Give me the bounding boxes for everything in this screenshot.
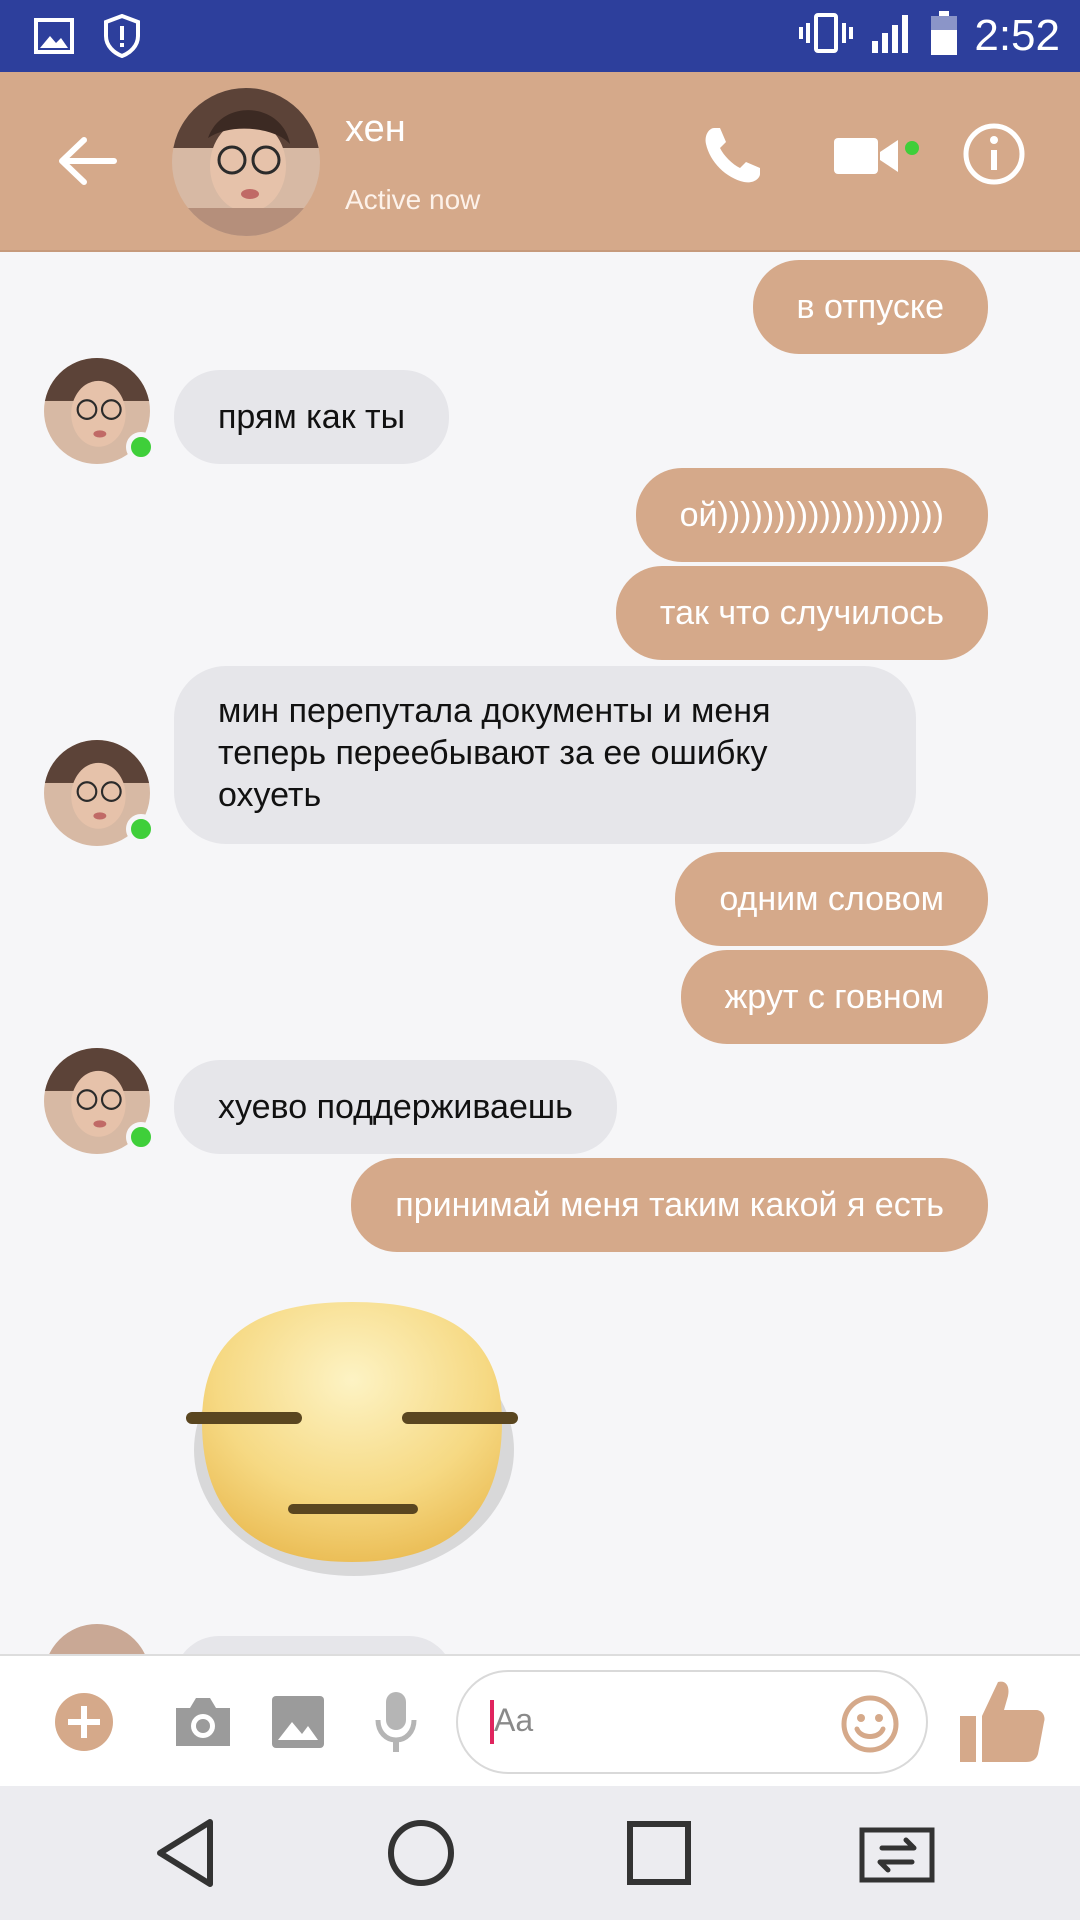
battery-icon [930,10,958,61]
info-button[interactable] [962,122,1026,191]
message-input[interactable]: Aa [456,1670,928,1774]
system-navigation-bar [0,1786,1080,1920]
incoming-message[interactable]: прям как ты [174,370,450,464]
status-bar: 2:52 [0,0,1080,72]
expressionless-face-sticker[interactable] [182,1292,522,1587]
expressionless-face-icon [186,1302,518,1576]
nav-recents-button[interactable] [624,1816,694,1895]
square-recents-icon [627,1821,691,1885]
message-line: мин перепутала документы и меня [218,692,771,730]
incoming-message[interactable] [174,1636,454,1654]
shield-notification-icon [102,13,142,63]
nav-home-button[interactable] [386,1816,456,1895]
message-line: охуеть [218,776,322,814]
conversation-header: хен Active now [0,72,1080,252]
message-composer: Aa [0,1654,1080,1786]
camera-icon [176,1698,230,1746]
online-indicator [126,814,156,844]
camera-button[interactable] [172,1694,234,1753]
dual-window-icon [859,1827,935,1883]
contact-avatar[interactable] [172,88,320,236]
triangle-back-icon [157,1819,213,1887]
contact-name: хен [345,108,406,150]
add-button[interactable] [54,1692,114,1757]
signal-icon [870,11,914,60]
online-indicator [126,432,156,462]
phone-icon [705,128,760,183]
avatar-photo-icon [172,88,320,236]
thumbs-up-icon [960,1681,1045,1762]
outgoing-message[interactable]: одним словом [675,852,988,946]
message-line: теперь переебывают за ее ошибку [218,734,768,772]
nav-switch-button[interactable] [856,1816,938,1895]
outgoing-message[interactable]: в отпуске [752,260,988,354]
voice-call-button[interactable] [700,124,764,193]
outgoing-message[interactable]: ой)))))))))))))))))))) [635,468,988,562]
smiley-icon [841,1695,899,1753]
info-icon [963,123,1025,185]
message-input-placeholder: Aa [494,1702,534,1738]
contact-avatar-small[interactable] [44,358,156,464]
back-button[interactable] [54,128,120,194]
clock: 2:52 [974,10,1060,60]
contact-status: Active now [345,184,481,215]
like-button[interactable] [958,1676,1046,1771]
outgoing-message[interactable]: жрут с говном [680,950,988,1044]
video-call-button[interactable] [832,124,922,193]
contact-avatar-small[interactable] [44,740,156,846]
microphone-icon [375,1692,417,1752]
gallery-button[interactable] [270,1694,326,1755]
gallery-notification-icon [34,16,74,61]
online-indicator [126,1122,156,1152]
nav-back-button[interactable] [150,1816,220,1895]
outgoing-message[interactable]: так что случилось [615,566,988,660]
contact-avatar-small[interactable] [44,1048,156,1154]
incoming-message[interactable]: хуево поддерживаешь [174,1060,617,1154]
outgoing-message[interactable]: принимай меня таким какой я есть [351,1158,988,1252]
incoming-message[interactable]: мин перепутала документы и меня теперь п… [174,666,916,844]
video-camera-icon [834,138,919,174]
message-list[interactable]: в отпуске прям как ты ой))))))))))))))))… [0,252,1080,1654]
image-icon [272,1696,324,1748]
voice-message-button[interactable] [374,1690,418,1759]
contact-avatar-small[interactable] [44,1624,150,1654]
vibrate-icon [798,11,854,60]
circle-home-icon [388,1820,454,1886]
plus-circle-icon [55,1693,113,1751]
emoji-button[interactable] [840,1694,900,1759]
back-arrow-icon [59,137,117,185]
